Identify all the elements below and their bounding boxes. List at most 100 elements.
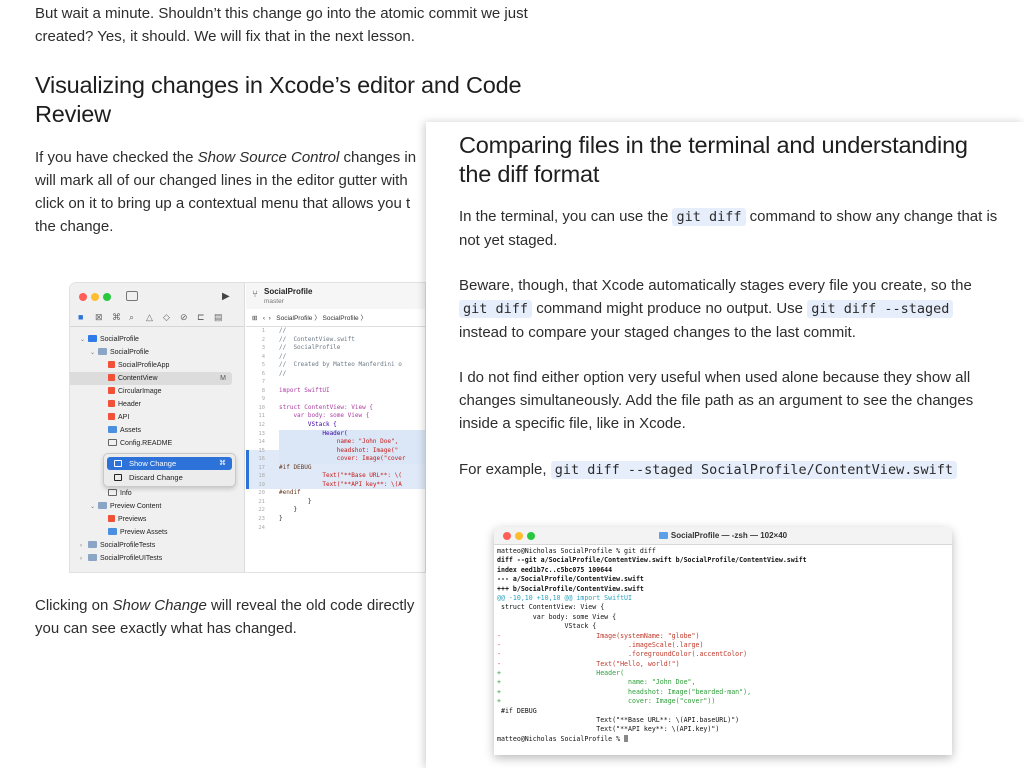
line-number: 22: [258, 507, 265, 514]
git-diff-paragraph: In the terminal, you can use the git dif…: [459, 208, 998, 249]
discard-change-menu-item[interactable]: Discard Change: [107, 471, 232, 484]
code-line[interactable]: // SocialProfile: [279, 344, 425, 353]
forward-chevron-icon[interactable]: ›: [269, 315, 271, 322]
navigator-item[interactable]: › SocialProfileUITests: [70, 552, 162, 565]
terminal-line: +++ b/SocialProfile/ContentView.swift: [497, 584, 644, 593]
terminal-line: @@ -10,10 +10,10 @@ import SwiftUI: [497, 593, 632, 602]
code-line[interactable]: [279, 395, 425, 404]
navigator-item[interactable]: ContentView M: [70, 372, 232, 385]
warning-icon[interactable]: △: [146, 312, 153, 323]
navigator-item-label: SocialProfileApp: [118, 362, 170, 369]
code-line[interactable]: }: [279, 506, 425, 515]
code-line[interactable]: headshot: Image(": [279, 446, 425, 456]
navigator-item[interactable]: ⌄ SocialProfile: [70, 333, 139, 346]
file-path-paragraph: I do not find either option very useful …: [459, 369, 974, 432]
line-number: 24: [258, 524, 265, 531]
navigator-item-label: ContentView: [118, 375, 158, 382]
breakpoint-icon[interactable]: ⊏: [197, 312, 205, 323]
line-number: 16: [258, 456, 265, 463]
jump-bar-path[interactable]: SocialProfile 〉 SocialProfile 〉: [276, 315, 367, 322]
line-number: 10: [258, 404, 265, 411]
test-icon[interactable]: ◇: [163, 312, 170, 323]
line-number: 18: [258, 473, 265, 480]
navigator-item[interactable]: ⌄ Preview Content: [70, 500, 161, 513]
code-line[interactable]: Header(: [279, 429, 425, 439]
code-line[interactable]: //: [279, 353, 425, 362]
minimize-window-button[interactable]: [91, 293, 99, 301]
navigator-item[interactable]: API: [70, 411, 129, 424]
navigator-item-label: Header: [118, 401, 141, 408]
code-area[interactable]: //// ContentView.swift// SocialProfile//…: [279, 327, 425, 532]
code-line[interactable]: VStack {: [279, 421, 425, 430]
command-key-icon: ⌘: [219, 460, 226, 467]
navigator-item[interactable]: CircularImage: [70, 385, 162, 398]
navigator-item[interactable]: Info: [70, 487, 132, 500]
code-line[interactable]: [279, 378, 425, 387]
line-number: 21: [258, 498, 265, 505]
code-line[interactable]: import SwiftUI: [279, 387, 425, 396]
search-icon[interactable]: ⌕: [129, 312, 134, 323]
show-change-icon: [114, 460, 122, 467]
staged-paragraph: Beware, though, that Xcode automatically…: [459, 277, 972, 341]
navigator-item[interactable]: Preview Assets: [70, 526, 167, 539]
code-line[interactable]: struct ContentView: View {: [279, 404, 425, 413]
navigator-item[interactable]: ⌄ SocialProfile: [70, 346, 149, 359]
line-number: 6: [261, 370, 265, 377]
code-line[interactable]: var body: some View {: [279, 412, 425, 421]
code-line[interactable]: #endif: [279, 489, 425, 498]
line-number: 13: [258, 430, 265, 437]
navigator-item-label: Preview Assets: [120, 529, 168, 536]
hierarchy-icon[interactable]: ⌘: [112, 312, 121, 323]
code-line[interactable]: //: [279, 370, 425, 379]
terminal-line: VStack {: [497, 622, 597, 631]
source-editor: ⑂ SocialProfile master ⊞ ‹ › SocialProfi…: [246, 283, 425, 572]
code-line[interactable]: cover: Image("cover: [279, 455, 425, 464]
navigator-item[interactable]: Assets: [70, 424, 141, 437]
close-window-button[interactable]: [79, 293, 87, 301]
code-line[interactable]: }: [279, 515, 425, 524]
branch-icon: ⑂: [252, 289, 258, 300]
run-play-icon[interactable]: ▶: [222, 291, 230, 302]
grid-icon[interactable]: ⊞: [252, 315, 257, 322]
example-paragraph: For example, git diff --staged SocialPro…: [459, 458, 1004, 482]
swift-file-icon: [108, 374, 115, 381]
code-line[interactable]: }: [279, 498, 425, 507]
report-icon[interactable]: ▤: [214, 312, 223, 323]
show-change-menu-item[interactable]: Show Change ⌘: [107, 457, 232, 470]
zoom-window-button[interactable]: [103, 293, 111, 301]
source-control-icon[interactable]: ⊠: [95, 312, 103, 323]
navigator-item[interactable]: Header: [70, 398, 141, 411]
terminal-output[interactable]: matteo@Nicholas SocialProfile % git diff…: [497, 547, 949, 744]
code-line[interactable]: //: [279, 327, 425, 336]
navigator-item[interactable]: SocialProfileApp: [70, 359, 169, 372]
code-line[interactable]: Text("**Base URL**: \(: [279, 472, 425, 481]
navigator-item[interactable]: Previews: [70, 513, 146, 526]
code-line[interactable]: // ContentView.swift: [279, 336, 425, 345]
sidebar-toggle-icon[interactable]: [126, 291, 138, 301]
context-menu: Show Change ⌘ Discard Change: [103, 453, 236, 487]
code-line[interactable]: #if DEBUG: [279, 464, 425, 473]
navigator-item[interactable]: Config.README: [70, 437, 172, 450]
navigator-item[interactable]: › SocialProfileTests: [70, 539, 155, 552]
code-line[interactable]: // Created by Matteo Manferdini o: [279, 361, 425, 370]
code-line[interactable]: [279, 524, 425, 533]
navigator-item-label: Config.README: [120, 440, 173, 447]
proj-file-icon: [88, 335, 97, 342]
code-line[interactable]: Text("**API key**: \(A: [279, 481, 425, 490]
navigator-item-label: SocialProfile: [110, 349, 149, 356]
line-number: 23: [258, 516, 265, 523]
terminal-line: + Header(: [497, 669, 625, 678]
jump-bar[interactable]: ⊞ ‹ › SocialProfile 〉 SocialProfile 〉: [246, 311, 425, 327]
window-toolbar: ▶: [70, 283, 245, 309]
navigator-item-label: SocialProfile: [100, 336, 139, 343]
back-chevron-icon[interactable]: ‹: [263, 315, 265, 322]
inline-code: git diff: [459, 300, 533, 318]
terminal-line: - Image(systemName: "globe"): [497, 631, 700, 640]
terminal-line: - .imageScale(.large): [497, 640, 704, 649]
code-line[interactable]: name: "John Doe",: [279, 438, 425, 447]
folder-icon[interactable]: ■: [78, 312, 83, 322]
discard-icon: [114, 474, 122, 481]
disclosure-chevron-icon[interactable]: ›: [80, 553, 88, 566]
debug-icon[interactable]: ⊘: [180, 312, 188, 323]
terminal-line: index eed1b7c..c5bc075 100644: [497, 565, 613, 574]
